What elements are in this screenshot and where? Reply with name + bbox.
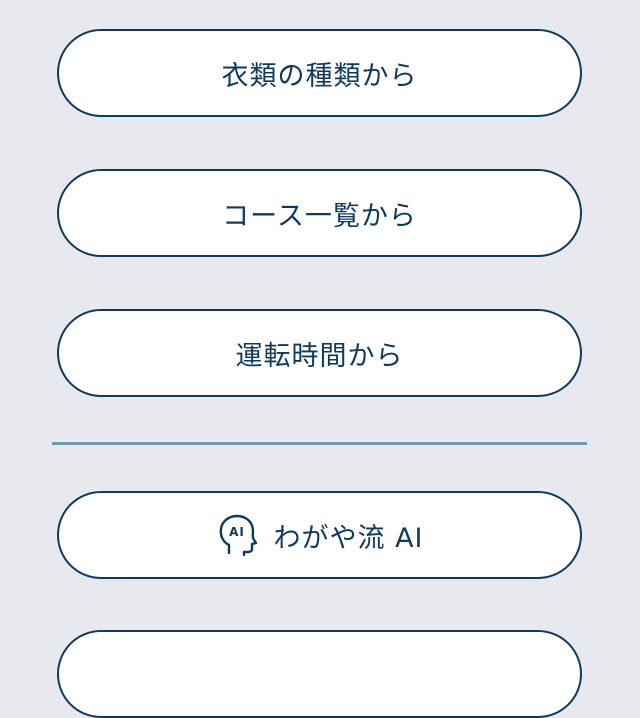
wagaya-ryu-ai-button[interactable]: AI わがや流 AI	[57, 491, 582, 579]
head-ai-icon: AI	[215, 512, 261, 558]
by-clothing-type-button[interactable]: 衣類の種類から	[57, 29, 582, 117]
course-list-button[interactable]: コース一覧から	[57, 169, 582, 257]
course-list-label: コース一覧から	[222, 200, 417, 232]
by-run-time-label: 運転時間から	[235, 340, 404, 372]
section-divider	[52, 442, 587, 445]
wagaya-ryu-ai-label: わがや流 AI	[273, 522, 424, 554]
selection-menu: 衣類の種類から コース一覧から 運転時間から AI わがや流 AI	[0, 0, 640, 718]
by-run-time-button[interactable]: 運転時間から	[57, 309, 582, 397]
ai-icon-text: AI	[230, 525, 246, 539]
by-clothing-type-label: 衣類の種類から	[221, 60, 418, 92]
next-option-button[interactable]	[57, 630, 582, 718]
